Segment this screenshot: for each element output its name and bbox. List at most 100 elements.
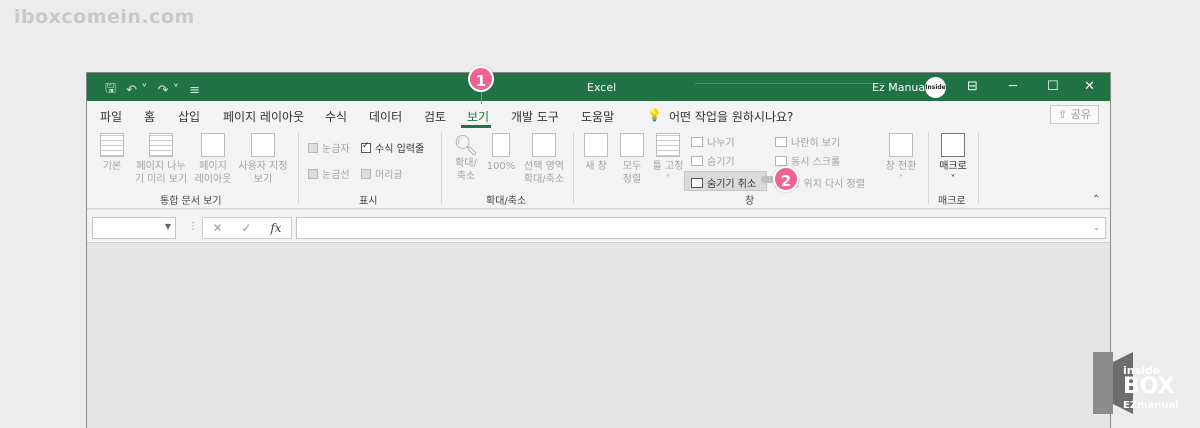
unhide-button[interactable]: 숨기기 취소 — [691, 175, 756, 190]
callout-connector — [481, 92, 482, 104]
expand-formula-bar-icon[interactable]: ⌄ — [1093, 223, 1100, 232]
tab-developer[interactable]: 개발 도구 — [511, 108, 559, 125]
page-layout-label-2: 레이아웃 — [194, 174, 232, 185]
window-title: Excel — [587, 81, 617, 94]
group-separator — [978, 132, 979, 204]
chevron-down-icon[interactable]: ▼ — [165, 222, 171, 231]
tab-home[interactable]: 홈 — [144, 108, 155, 125]
switch-windows-button[interactable]: 창 전환 ˅ — [881, 133, 921, 186]
ribbon-display-icon[interactable]: ⊟ — [967, 79, 978, 94]
side-by-side-label: 나란히 보기 — [791, 138, 841, 149]
arrange-all-button[interactable]: 모두 정렬 — [617, 133, 647, 186]
zoom-button[interactable]: 🔍︎ 확대/ 축소 — [449, 133, 483, 183]
headings-check-icon — [361, 168, 371, 179]
lightbulb-icon[interactable]: 💡 — [647, 108, 662, 122]
ribbon-tabs: 파일 홈 삽입 페이지 레이아웃 수식 데이터 검토 보기 개발 도구 도움말 … — [87, 101, 1110, 128]
freeze-panes-icon — [656, 133, 680, 157]
zoom-100-button[interactable]: 100% — [485, 133, 517, 173]
share-button[interactable]: ⇧ 공유 — [1050, 105, 1099, 124]
tab-page-layout[interactable]: 페이지 레이아웃 — [223, 108, 304, 125]
share-label: 공유 — [1070, 108, 1091, 121]
undo-icon[interactable]: ↶ ˅ — [126, 83, 148, 98]
redo-icon[interactable]: ↷ ˅ — [158, 83, 180, 98]
close-icon[interactable]: ✕ — [1084, 79, 1095, 94]
custom-views-label-2: 보기 — [253, 174, 273, 185]
arrange-label-2: 정렬 — [622, 174, 642, 185]
user-name[interactable]: Ez Manual — [872, 81, 928, 94]
group-label-show: 표시 — [359, 196, 378, 207]
group-label-macros: 매크로 — [938, 196, 966, 207]
drag-handle-icon[interactable]: ⋮ — [188, 221, 198, 232]
macros-icon — [941, 133, 965, 157]
ruler-checkbox[interactable]: 눈금자 — [308, 140, 350, 155]
formula-buttons: ✕ ✓ fx — [202, 217, 292, 239]
tab-view[interactable]: 보기 — [467, 108, 489, 125]
macros-label: 매크로 — [939, 161, 967, 172]
custom-views-icon — [251, 133, 275, 157]
arrange-label-1: 모두 — [622, 161, 642, 172]
formula-bar-checkbox[interactable]: 수식 입력줄 — [361, 140, 424, 155]
arrange-all-icon — [620, 133, 644, 157]
excel-window: 🖫 ↶ ˅ ↷ ˅ ≡ Excel Ez Manual Inside box ⊟… — [86, 72, 1111, 428]
page-layout-view-button[interactable]: 페이지 레이아웃 — [193, 133, 233, 186]
tell-me-search[interactable]: 어떤 작업을 원하시나요? — [669, 108, 793, 125]
headings-checkbox[interactable]: 머리글 — [361, 166, 403, 181]
switch-windows-icon — [889, 133, 913, 157]
zoom-selection-label-1: 선택 영역 — [524, 161, 564, 172]
collapse-ribbon-icon[interactable]: ⌃ — [1092, 194, 1100, 205]
freeze-panes-button[interactable]: 틀 고정 ˅ — [651, 133, 685, 186]
page-break-icon — [149, 133, 173, 157]
formula-input[interactable]: ⌄ — [296, 217, 1106, 239]
custom-views-button[interactable]: 사용자 지정 보기 — [235, 133, 291, 186]
view-side-by-side-button[interactable]: 나란히 보기 — [775, 134, 840, 149]
zoom-selection-icon — [532, 133, 556, 157]
customize-qat-icon[interactable]: ≡ — [189, 83, 200, 98]
macros-button[interactable]: 매크로 ˅ — [935, 133, 971, 186]
side-by-side-icon — [775, 136, 787, 147]
zoom-to-selection-button[interactable]: 선택 영역 확대/축소 — [519, 133, 569, 186]
tab-help[interactable]: 도움말 — [581, 108, 614, 125]
hide-icon — [691, 155, 703, 166]
insidebox-logo: inside BOX EZmanual — [1093, 352, 1189, 414]
tab-insert[interactable]: 삽입 — [178, 108, 200, 125]
tab-review[interactable]: 검토 — [424, 108, 446, 125]
tab-file[interactable]: 파일 — [100, 108, 122, 125]
enter-icon[interactable]: ✓ — [241, 221, 251, 235]
minimize-icon[interactable]: ─ — [1009, 79, 1017, 94]
maximize-icon[interactable]: ☐ — [1047, 79, 1059, 94]
zoom-selection-label-2: 확대/축소 — [523, 174, 565, 185]
save-icon[interactable]: 🖫 — [105, 79, 116, 101]
split-label: 나누기 — [707, 138, 735, 149]
chevron-down-icon: ˅ — [898, 174, 904, 185]
normal-view-button[interactable]: 기본 — [97, 133, 127, 173]
gridlines-check-icon — [308, 168, 318, 179]
logo-text-ezmanual: EZmanual — [1123, 400, 1179, 411]
group-separator — [573, 132, 574, 204]
zoom-label-1: 확대/ — [455, 158, 477, 169]
quick-access-toolbar: 🖫 ↶ ˅ ↷ ˅ ≡ — [105, 79, 200, 101]
headings-label: 머리글 — [375, 170, 403, 181]
group-separator — [928, 132, 929, 204]
page-break-preview-button[interactable]: 페이지 나누 기 미리 보기 — [131, 133, 191, 186]
cancel-icon[interactable]: ✕ — [212, 221, 222, 235]
split-button[interactable]: 나누기 — [691, 134, 735, 149]
tab-formulas[interactable]: 수식 — [325, 108, 347, 125]
chevron-down-icon: ˅ — [665, 174, 671, 185]
reset-position-label: 창 위치 다시 정렬 — [791, 179, 865, 190]
gridlines-checkbox[interactable]: 눈금선 — [308, 166, 350, 181]
zoom-label-2: 축소 — [456, 171, 476, 182]
hide-button[interactable]: 숨기기 — [691, 153, 735, 168]
name-box[interactable]: ▼ — [92, 217, 176, 239]
avatar[interactable]: Inside box — [925, 77, 946, 112]
switch-windows-label: 창 전환 — [885, 161, 917, 172]
tab-data[interactable]: 데이터 — [369, 108, 402, 125]
ruler-check-icon — [308, 142, 318, 153]
title-decoration — [695, 83, 885, 84]
group-separator — [298, 132, 299, 204]
callout-badge-2: 2 — [773, 166, 799, 192]
magnifier-icon: 🔍︎ — [453, 133, 479, 157]
insert-function-icon[interactable]: fx — [270, 221, 281, 235]
group-separator — [441, 132, 442, 204]
new-window-button[interactable]: 새 창 — [581, 133, 611, 173]
zoom-100-label: 100% — [486, 161, 516, 172]
